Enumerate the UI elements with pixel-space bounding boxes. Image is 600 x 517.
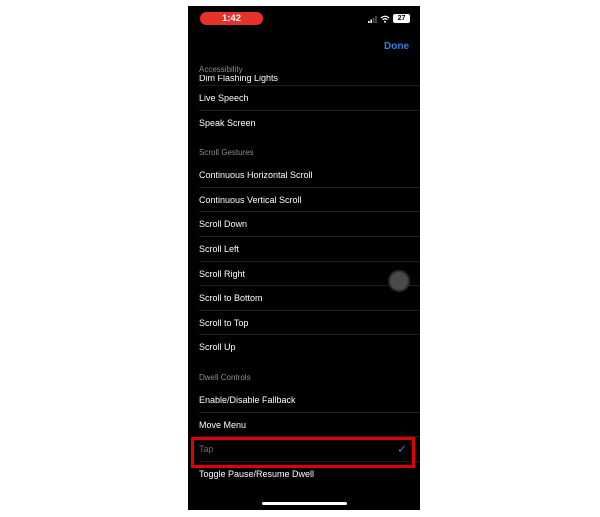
list-item-scroll-to-bottom[interactable]: Scroll to Bottom (188, 286, 420, 311)
section-header-scroll-gestures: Scroll Gestures (199, 148, 254, 158)
list-item-continuous-horizontal-scroll[interactable]: Continuous Horizontal Scroll (188, 163, 420, 188)
battery-icon: 27 (393, 14, 410, 23)
home-indicator[interactable] (262, 502, 347, 505)
done-button[interactable]: Done (384, 41, 409, 52)
signal-icon (368, 15, 377, 23)
list-item-scroll-up[interactable]: Scroll Up (188, 335, 420, 360)
assistive-touch-icon[interactable] (388, 270, 410, 292)
list-item-enable-disable-fallback[interactable]: Enable/Disable Fallback (188, 388, 420, 413)
highlight-annotation-box (191, 437, 415, 468)
settings-list: Accessibility Dim Flashing Lights Live S… (188, 64, 420, 486)
list-item-move-menu[interactable]: Move Menu (188, 413, 420, 438)
wifi-icon (380, 15, 390, 23)
status-icons: 27 (368, 14, 410, 23)
list-item-speak-screen[interactable]: Speak Screen (188, 111, 420, 136)
section-header-accessibility: Accessibility (199, 65, 243, 74)
list-item-scroll-down[interactable]: Scroll Down (188, 212, 420, 237)
list-item-continuous-vertical-scroll[interactable]: Continuous Vertical Scroll (188, 188, 420, 213)
phone-screen: 1:42 27 Done Accessibility Dim Flashing … (188, 6, 420, 510)
status-bar: 1:42 27 (188, 6, 420, 30)
list-item-dim-flashing-lights[interactable]: Dim Flashing Lights (188, 75, 420, 86)
list-item-scroll-to-top[interactable]: Scroll to Top (188, 311, 420, 336)
list-item-scroll-right[interactable]: Scroll Right (188, 262, 420, 287)
section-header-dwell-controls: Dwell Controls (199, 372, 251, 382)
list-item-live-speech[interactable]: Live Speech (188, 86, 420, 111)
list-item-scroll-left[interactable]: Scroll Left (188, 237, 420, 262)
status-time: 1:42 (200, 12, 263, 25)
